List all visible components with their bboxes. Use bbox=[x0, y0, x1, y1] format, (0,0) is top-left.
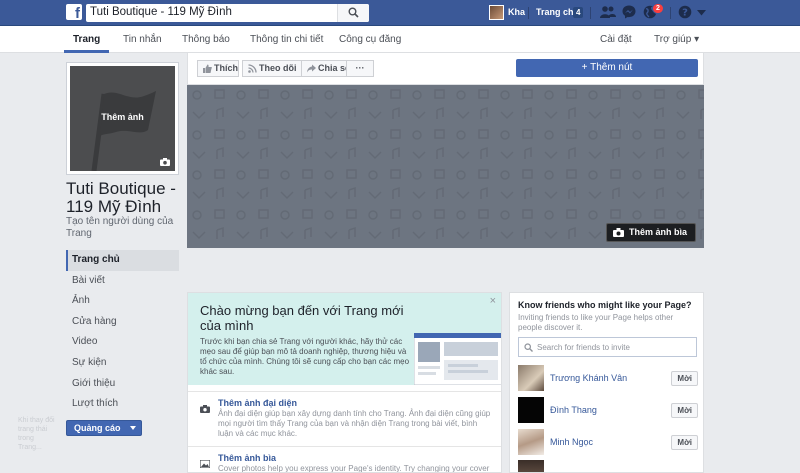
promote-label: Quảng cáo bbox=[74, 423, 121, 433]
topbar-divider bbox=[528, 7, 529, 19]
camera-icon bbox=[200, 405, 210, 413]
search-query: Tuti Boutique - 119 Mỹ Đình bbox=[90, 6, 232, 18]
follow-label: Theo dõi bbox=[259, 63, 297, 73]
welcome-title: Chào mừng bạn đến với Trang mới của mình bbox=[200, 303, 404, 333]
chevron-down-icon bbox=[130, 426, 136, 430]
sidebar-item-photos[interactable]: Ảnh bbox=[66, 291, 179, 312]
search-input[interactable]: Tuti Boutique - 119 Mỹ Đình bbox=[86, 4, 369, 22]
add-button-button[interactable]: + Thêm nút bbox=[516, 59, 698, 77]
tip-title: Thêm ảnh bìa bbox=[218, 453, 277, 463]
settings-link[interactable]: Cài đặt bbox=[600, 34, 632, 45]
avatar[interactable] bbox=[518, 429, 544, 455]
page-sidebar-menu: Trang chủ Bài viết Ảnh Cửa hàng Video Sự… bbox=[66, 250, 179, 415]
topbar-divider bbox=[670, 7, 671, 19]
create-username-link[interactable]: Tạo tên người dùng của Trang bbox=[66, 216, 176, 240]
tab-notifications[interactable]: Thông báo bbox=[182, 34, 230, 45]
avatar[interactable] bbox=[518, 460, 544, 472]
tab-publishing-tools[interactable]: Công cụ đăng bbox=[339, 34, 401, 45]
tab-insights[interactable]: Thông tin chi tiết bbox=[250, 34, 323, 45]
tip-title: Thêm ảnh đại diện bbox=[218, 398, 298, 408]
list-item: Trương Khánh Vân Mời bbox=[518, 365, 698, 393]
search-button[interactable] bbox=[337, 4, 369, 22]
camera-icon bbox=[612, 228, 624, 237]
facebook-logo-icon[interactable]: f bbox=[66, 4, 82, 20]
tip-add-profile-photo[interactable]: Thêm ảnh đại diện Ảnh đại diện giúp bạn … bbox=[188, 391, 501, 451]
sidebar-item-videos[interactable]: Video bbox=[66, 332, 179, 353]
chat-hint-text: Khi thay đổi trang thái trong Trang... bbox=[18, 417, 55, 451]
tip-text: Cover photos help you express your Page'… bbox=[218, 464, 490, 473]
cover-photo-area[interactable]: Thêm ảnh bìa bbox=[187, 85, 704, 248]
share-arrow-icon bbox=[307, 64, 316, 73]
rss-follow-icon bbox=[248, 64, 257, 73]
thumbs-up-icon bbox=[203, 64, 212, 73]
home-count-badge: 4 bbox=[573, 7, 584, 18]
friend-name[interactable]: Trương Khánh Vân bbox=[550, 373, 627, 383]
page-action-bar: Thích Theo dõi Chia sẻ ··· + Thêm nút bbox=[187, 53, 704, 85]
invite-friends-card: Know friends who might like your Page? I… bbox=[509, 292, 704, 473]
sidebar-item-likes[interactable]: Lượt thích bbox=[66, 394, 179, 415]
welcome-card: Chào mừng bạn đến với Trang mới của mình… bbox=[187, 292, 502, 473]
tip-add-cover-photo[interactable]: Thêm ảnh bìa Cover photos help you expre… bbox=[188, 446, 501, 473]
invite-button[interactable]: Mời bbox=[671, 403, 698, 418]
search-icon bbox=[524, 343, 533, 352]
like-label: Thích bbox=[214, 63, 238, 73]
friend-requests-icon[interactable] bbox=[600, 5, 616, 19]
user-avatar[interactable] bbox=[489, 5, 504, 20]
tab-page[interactable]: Trang bbox=[73, 34, 100, 45]
notifications-count-badge: 2 bbox=[652, 3, 664, 14]
user-name-link[interactable]: Kha bbox=[508, 7, 525, 17]
help-icon[interactable]: ? bbox=[678, 5, 692, 19]
welcome-text: Trước khi bạn chia sẻ Trang với người kh… bbox=[200, 337, 410, 376]
close-icon[interactable]: × bbox=[490, 295, 496, 307]
sidebar-item-posts[interactable]: Bài viết bbox=[66, 271, 179, 292]
more-options-button[interactable]: ··· bbox=[346, 60, 374, 77]
friend-search-input[interactable]: Search for friends to invite bbox=[518, 337, 697, 357]
account-menu-caret-icon[interactable] bbox=[697, 10, 706, 16]
faded-chat-hint: Khi thay đổi trang thái trong Trang... bbox=[0, 410, 58, 451]
tab-messages[interactable]: Tin nhắn bbox=[123, 34, 162, 45]
sidebar-item-home[interactable]: Trang chủ bbox=[66, 250, 179, 271]
search-icon bbox=[348, 7, 359, 18]
image-icon bbox=[200, 460, 210, 468]
list-item: Minh Ngọc Mời bbox=[518, 429, 698, 457]
profile-picture[interactable]: Thêm ảnh bbox=[66, 62, 179, 175]
page-tabs-bar: Trang Tin nhắn Thông báo Thông tin chi t… bbox=[0, 26, 800, 53]
list-item bbox=[518, 460, 698, 472]
page-title: Tuti Boutique - 119 Mỹ Đình bbox=[66, 179, 176, 216]
friend-name[interactable]: Minh Ngọc bbox=[550, 437, 593, 447]
avatar[interactable] bbox=[518, 397, 544, 423]
add-cover-label: Thêm ảnh bìa bbox=[628, 227, 687, 237]
friend-name[interactable]: Đình Thang bbox=[550, 405, 597, 415]
more-options-icon: ··· bbox=[355, 63, 365, 73]
welcome-banner: Chào mừng bạn đến với Trang mới của mình… bbox=[188, 293, 501, 385]
topbar-divider bbox=[590, 7, 591, 19]
invite-button[interactable]: Mời bbox=[671, 435, 698, 450]
invite-button[interactable]: Mời bbox=[671, 371, 698, 386]
sidebar-item-shop[interactable]: Cửa hàng bbox=[66, 312, 179, 333]
avatar[interactable] bbox=[518, 365, 544, 391]
add-photo-label: Thêm ảnh bbox=[101, 112, 144, 122]
invite-friends-title: Know friends who might like your Page? bbox=[518, 300, 692, 310]
add-cover-photo-button[interactable]: Thêm ảnh bìa bbox=[605, 223, 696, 242]
promote-button[interactable]: Quảng cáo bbox=[66, 420, 142, 436]
friend-search-placeholder: Search for friends to invite bbox=[537, 343, 630, 352]
svg-text:?: ? bbox=[682, 8, 688, 19]
like-button[interactable]: Thích bbox=[197, 60, 239, 77]
help-menu[interactable]: Trợ giúp ▾ bbox=[654, 34, 699, 45]
follow-button[interactable]: Theo dõi bbox=[242, 60, 303, 77]
top-navigation-bar: f Tuti Boutique - 119 Mỹ Đình Kha Trang … bbox=[0, 0, 800, 26]
active-tab-indicator bbox=[64, 50, 109, 53]
list-item: Đình Thang Mời bbox=[518, 397, 698, 425]
sidebar-item-events[interactable]: Sự kiện bbox=[66, 353, 179, 374]
sidebar-item-about[interactable]: Giới thiệu bbox=[66, 374, 179, 395]
page-preview-illustration bbox=[414, 333, 501, 385]
invite-friends-subtitle: Inviting friends to like your Page helps… bbox=[518, 313, 674, 332]
messenger-icon[interactable] bbox=[622, 5, 636, 19]
tip-text: Ảnh đại diện giúp bạn xây dựng danh tính… bbox=[218, 409, 491, 438]
camera-icon[interactable] bbox=[160, 158, 170, 166]
